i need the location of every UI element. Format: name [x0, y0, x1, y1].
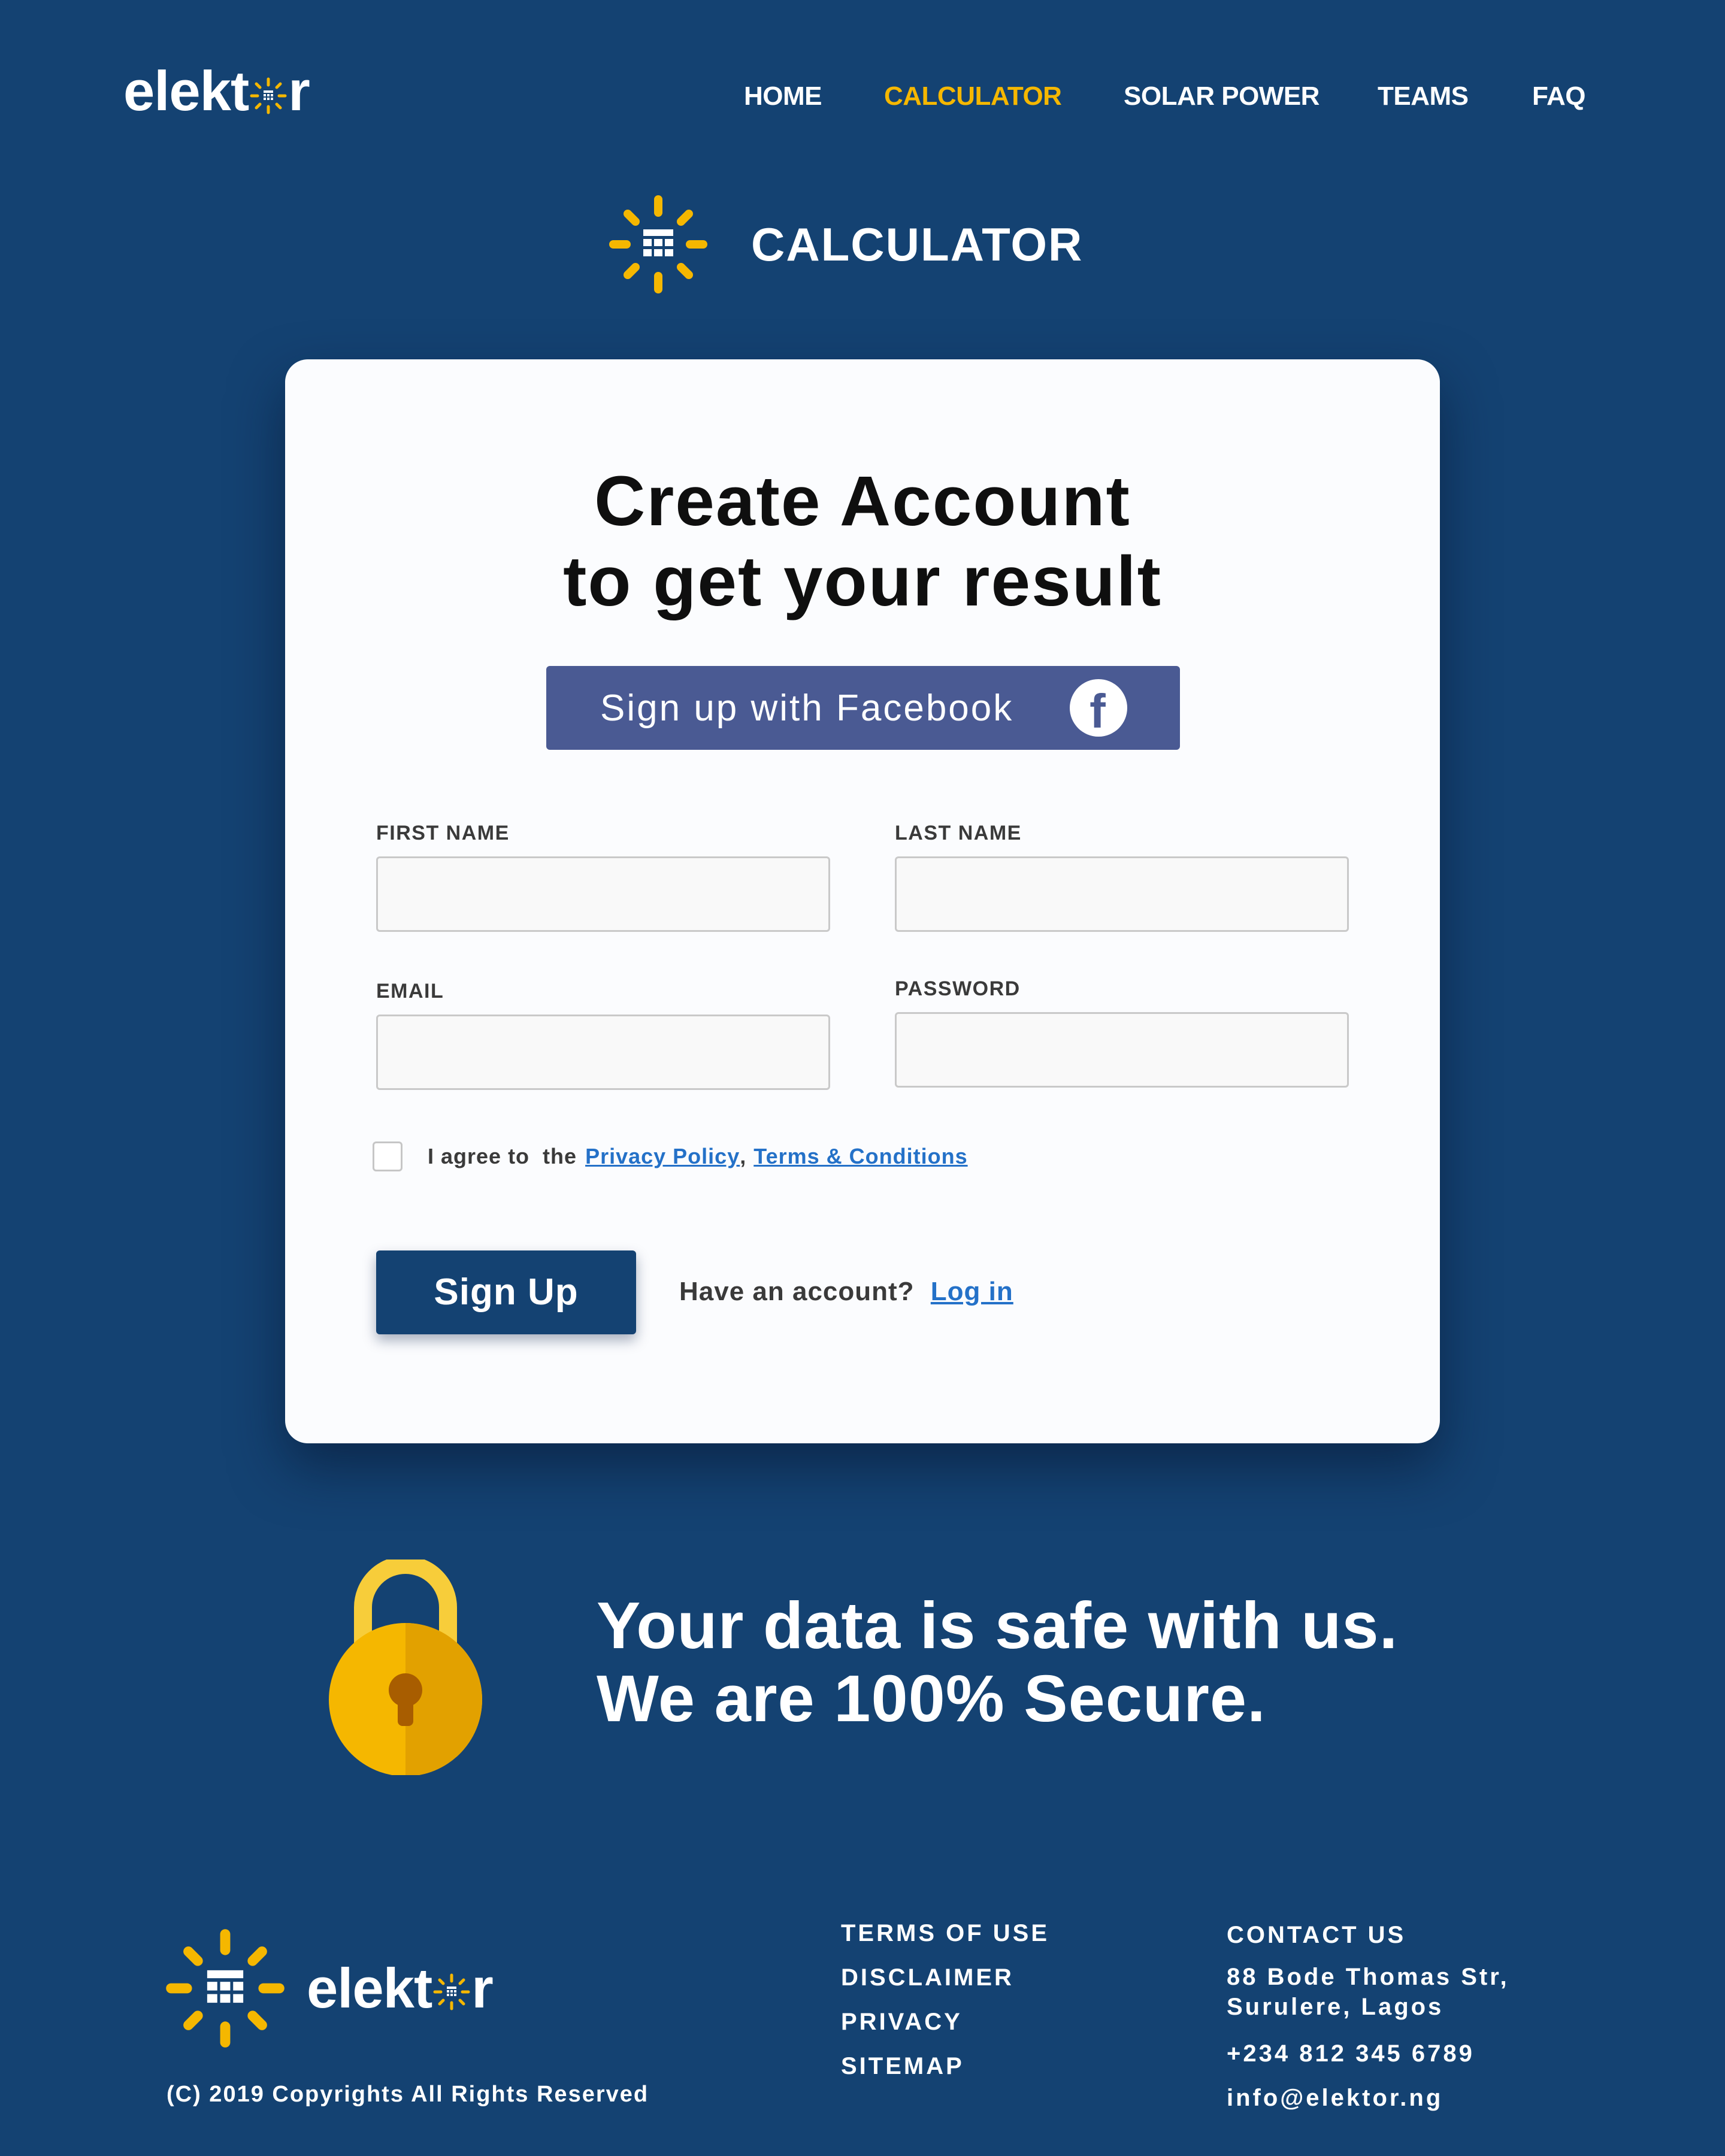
card-title: Create Account to get your result — [285, 461, 1440, 622]
footer-contact: CONTACT US 88 Bode Thomas Str, Surulere,… — [1227, 1920, 1509, 2113]
nav-solar-power[interactable]: SOLAR POWER — [1124, 81, 1378, 111]
email-field[interactable] — [376, 1015, 830, 1090]
contact-address-line2: Surulere, Lagos — [1227, 1994, 1444, 2020]
facebook-icon: f — [1070, 679, 1127, 738]
footer-logo-suffix: r — [471, 1957, 494, 2019]
contact-address-line1: 88 Bode Thomas Str, — [1227, 1964, 1509, 1990]
create-account-card: Create Account to get your result Sign u… — [285, 359, 1440, 1443]
calculator-title: CALCULATOR — [751, 217, 1084, 271]
terms-agreement: I agree to the Privacy Policy , Terms & … — [373, 1141, 968, 1171]
footer-links: TERMS OF USE DISCLAIMER PRIVACY SITEMAP — [841, 1920, 1049, 2097]
agree-separator: , — [740, 1144, 747, 1168]
terms-conditions-link[interactable]: Terms & Conditions — [753, 1144, 967, 1169]
logo-sun-icon — [250, 77, 287, 114]
first-name-label: FIRST NAME — [376, 822, 510, 844]
footer-link-sitemap[interactable]: SITEMAP — [841, 2053, 1049, 2097]
footer-link-terms[interactable]: TERMS OF USE — [841, 1920, 1049, 1964]
secure-line1: Your data is safe with us. — [597, 1589, 1399, 1663]
login-link[interactable]: Log in — [931, 1277, 1013, 1306]
footer-logo-sun-icon — [433, 1973, 470, 2010]
facebook-signup-button[interactable]: Sign up with Facebook f — [546, 666, 1180, 750]
copyright-text: (C) 2019 Copyrights All Rights Reserved — [167, 2082, 649, 2107]
logo-text-suffix: r — [288, 59, 310, 122]
sign-up-button[interactable]: Sign Up — [376, 1250, 636, 1334]
footer-logo-prefix: elekt — [307, 1957, 432, 2019]
email-label: EMAIL — [376, 980, 444, 1003]
password-field[interactable] — [895, 1012, 1349, 1088]
last-name-label: LAST NAME — [895, 822, 1022, 844]
nav-calculator[interactable]: CALCULATOR — [884, 81, 1124, 111]
contact-title: CONTACT US — [1227, 1922, 1406, 1948]
main-nav: HOME CALCULATOR SOLAR POWER TEAMS FAQ — [744, 81, 1585, 111]
header-logo[interactable]: elekt r — [123, 55, 310, 127]
privacy-policy-link[interactable]: Privacy Policy — [585, 1144, 740, 1169]
secure-line2: We are 100% Secure. — [597, 1662, 1266, 1736]
footer-calculator-sun-icon — [166, 1929, 285, 2048]
nav-home[interactable]: HOME — [744, 81, 894, 111]
password-label: PASSWORD — [895, 977, 1021, 1000]
card-title-line1: Create Account — [594, 462, 1131, 541]
footer-logo-text: elekt r — [307, 1956, 494, 2021]
nav-faq[interactable]: FAQ — [1532, 81, 1585, 111]
last-name-field[interactable] — [895, 856, 1349, 932]
contact-email[interactable]: info@elektor.ng — [1227, 2083, 1509, 2113]
secure-message: Your data is safe with us. We are 100% S… — [597, 1589, 1398, 1736]
facebook-signup-label: Sign up with Facebook — [600, 687, 1014, 729]
login-prompt: Have an account? Log in — [679, 1277, 1013, 1307]
card-title-line2: to get your result — [563, 542, 1162, 621]
have-account-text: Have an account? — [679, 1277, 915, 1306]
contact-phone[interactable]: +234 812 345 6789 — [1227, 2039, 1509, 2069]
footer-link-privacy[interactable]: PRIVACY — [841, 2009, 1049, 2053]
footer-logo[interactable]: elekt r — [165, 1928, 494, 2048]
agree-text: I agree to the — [428, 1144, 577, 1168]
padlock-icon — [329, 1560, 482, 1775]
nav-teams[interactable]: TEAMS — [1378, 81, 1532, 111]
first-name-field[interactable] — [376, 856, 830, 932]
footer-link-disclaimer[interactable]: DISCLAIMER — [841, 1964, 1049, 2009]
calculator-sun-icon — [609, 195, 707, 293]
agree-checkbox[interactable] — [373, 1141, 402, 1171]
calculator-heading: CALCULATOR — [609, 195, 1083, 294]
logo-text-prefix: elekt — [123, 59, 249, 122]
